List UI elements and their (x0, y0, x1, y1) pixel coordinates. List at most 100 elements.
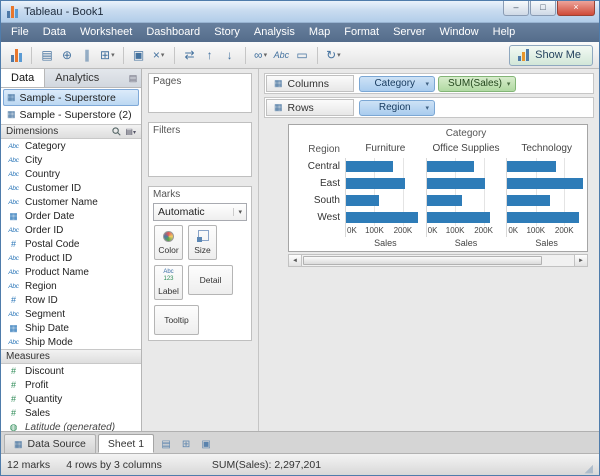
view-options-icon[interactable]: ▤▾ (125, 127, 136, 136)
field-latitude-generated[interactable]: ◍Latitude (generated) (1, 420, 141, 431)
menu-item-file[interactable]: File (4, 23, 36, 42)
field-discount[interactable]: #Discount (1, 364, 141, 378)
field-customer-id[interactable]: AbcCustomer ID (1, 181, 141, 195)
field-product-name[interactable]: AbcProduct Name (1, 265, 141, 279)
color-button[interactable]: Color (154, 225, 183, 260)
show-mark-labels-icon[interactable]: Abc (272, 45, 292, 65)
data-source-item-sample-superstore-2[interactable]: ▦Sample - Superstore (2) (3, 106, 139, 123)
tableau-logo-icon[interactable] (7, 45, 25, 65)
bar-mark[interactable] (507, 212, 579, 223)
field-quantity[interactable]: #Quantity (1, 392, 141, 406)
bar-mark[interactable] (346, 195, 379, 206)
tab-analytics[interactable]: Analytics (45, 69, 109, 87)
row-header-central[interactable]: Central (289, 158, 345, 175)
rows-shelf[interactable]: ▦ Rows Region▾ (264, 97, 594, 118)
tab-data[interactable]: Data (1, 69, 45, 87)
column-header-office-supplies[interactable]: Office Supplies (426, 141, 507, 158)
menu-item-window[interactable]: Window (433, 23, 486, 42)
menu-item-dashboard[interactable]: Dashboard (139, 23, 207, 42)
column-header-technology[interactable]: Technology (506, 141, 587, 158)
fit-selector-icon[interactable]: ↻▾ (324, 45, 343, 65)
scroll-left-icon[interactable]: ◄ (289, 255, 302, 266)
field-profit[interactable]: #Profit (1, 378, 141, 392)
clear-sheet-icon[interactable]: ×▾ (150, 45, 168, 65)
show-me-button[interactable]: Show Me (509, 45, 593, 66)
collapse-pane-icon[interactable]: ▤ (125, 69, 141, 87)
label-button[interactable]: Abc123 Label (154, 265, 183, 300)
presentation-mode-icon[interactable]: ▭ (293, 45, 311, 65)
data-source-item-sample-superstore[interactable]: ▦Sample - Superstore (3, 89, 139, 106)
columns-shelf[interactable]: ▦ Columns Category▾SUM(Sales)▾ (264, 73, 594, 94)
save-icon[interactable]: ▤ (38, 45, 56, 65)
bar-mark[interactable] (507, 161, 555, 172)
scrollbar-track[interactable] (302, 255, 574, 266)
new-worksheet-icon[interactable]: ⊞▾ (98, 45, 117, 65)
field-ship-date[interactable]: ▦Ship Date (1, 321, 141, 335)
menu-item-help[interactable]: Help (486, 23, 523, 42)
field-country[interactable]: AbcCountry (1, 167, 141, 181)
field-row-id[interactable]: #Row ID (1, 293, 141, 307)
bar-mark[interactable] (427, 178, 485, 189)
sort-ascending-icon[interactable]: ↑ (201, 45, 219, 65)
swap-axes-icon[interactable]: ⇄ (181, 45, 199, 65)
close-button[interactable]: × (557, 1, 595, 16)
tooltip-button[interactable]: Tooltip (154, 305, 199, 335)
pill-region[interactable]: Region▾ (359, 100, 435, 116)
menu-item-data[interactable]: Data (36, 23, 73, 42)
maximize-button[interactable]: □ (530, 1, 556, 16)
column-header-furniture[interactable]: Furniture (345, 141, 426, 158)
bar-mark[interactable] (427, 212, 490, 223)
menu-item-analysis[interactable]: Analysis (247, 23, 302, 42)
tab-data-source[interactable]: ▦ Data Source (4, 434, 96, 453)
row-header-west[interactable]: West (289, 209, 345, 226)
filters-shelf[interactable]: Filters (148, 122, 252, 177)
bar-mark[interactable] (427, 161, 475, 172)
new-worksheet-tab-icon[interactable]: ▤ (156, 435, 176, 453)
field-order-id[interactable]: AbcOrder ID (1, 223, 141, 237)
field-order-date[interactable]: ▦Order Date (1, 209, 141, 223)
sort-descending-icon[interactable]: ↓ (221, 45, 239, 65)
scroll-right-icon[interactable]: ► (574, 255, 587, 266)
field-sales[interactable]: #Sales (1, 406, 141, 420)
search-icon[interactable] (112, 127, 121, 136)
pill-sum-sales[interactable]: SUM(Sales)▾ (438, 76, 516, 92)
pause-updates-icon[interactable]: ∥ (78, 45, 96, 65)
pages-shelf[interactable]: Pages (148, 73, 252, 113)
field-ship-mode[interactable]: AbcShip Mode (1, 335, 141, 349)
group-members-icon[interactable]: ∞▾ (252, 45, 270, 65)
menu-item-server[interactable]: Server (386, 23, 432, 42)
minimize-button[interactable]: – (503, 1, 529, 16)
row-header-south[interactable]: South (289, 192, 345, 209)
resize-grip[interactable]: ◢ (585, 464, 593, 475)
new-dashboard-tab-icon[interactable]: ⊞ (176, 435, 196, 453)
column-field-header[interactable]: Category (345, 125, 587, 141)
field-region[interactable]: AbcRegion (1, 279, 141, 293)
new-story-tab-icon[interactable]: ▣ (196, 435, 216, 453)
field-category[interactable]: AbcCategory (1, 139, 141, 153)
field-city[interactable]: AbcCity (1, 153, 141, 167)
menu-item-format[interactable]: Format (337, 23, 386, 42)
menu-item-map[interactable]: Map (302, 23, 337, 42)
row-header-east[interactable]: East (289, 175, 345, 192)
bar-mark[interactable] (346, 161, 393, 172)
pill-category[interactable]: Category▾ (359, 76, 435, 92)
bar-mark[interactable] (346, 212, 418, 223)
horizontal-scrollbar[interactable]: ◄ ► (288, 254, 588, 267)
bar-mark[interactable] (507, 178, 582, 189)
size-button[interactable]: Size (188, 225, 217, 260)
bar-mark[interactable] (427, 195, 463, 206)
field-segment[interactable]: AbcSegment (1, 307, 141, 321)
mark-type-dropdown[interactable]: Automatic ▾ (153, 203, 247, 221)
field-postal-code[interactable]: #Postal Code (1, 237, 141, 251)
duplicate-sheet-icon[interactable]: ▣ (130, 45, 148, 65)
menu-item-story[interactable]: Story (207, 23, 247, 42)
row-field-header[interactable]: Region (289, 141, 345, 158)
field-customer-name[interactable]: AbcCustomer Name (1, 195, 141, 209)
menu-item-worksheet[interactable]: Worksheet (73, 23, 139, 42)
detail-button[interactable]: Detail (188, 265, 233, 295)
bar-mark[interactable] (507, 195, 549, 206)
scrollbar-thumb[interactable] (303, 256, 542, 265)
field-product-id[interactable]: AbcProduct ID (1, 251, 141, 265)
bar-mark[interactable] (346, 178, 405, 189)
tab-sheet-1[interactable]: Sheet 1 (98, 434, 154, 453)
